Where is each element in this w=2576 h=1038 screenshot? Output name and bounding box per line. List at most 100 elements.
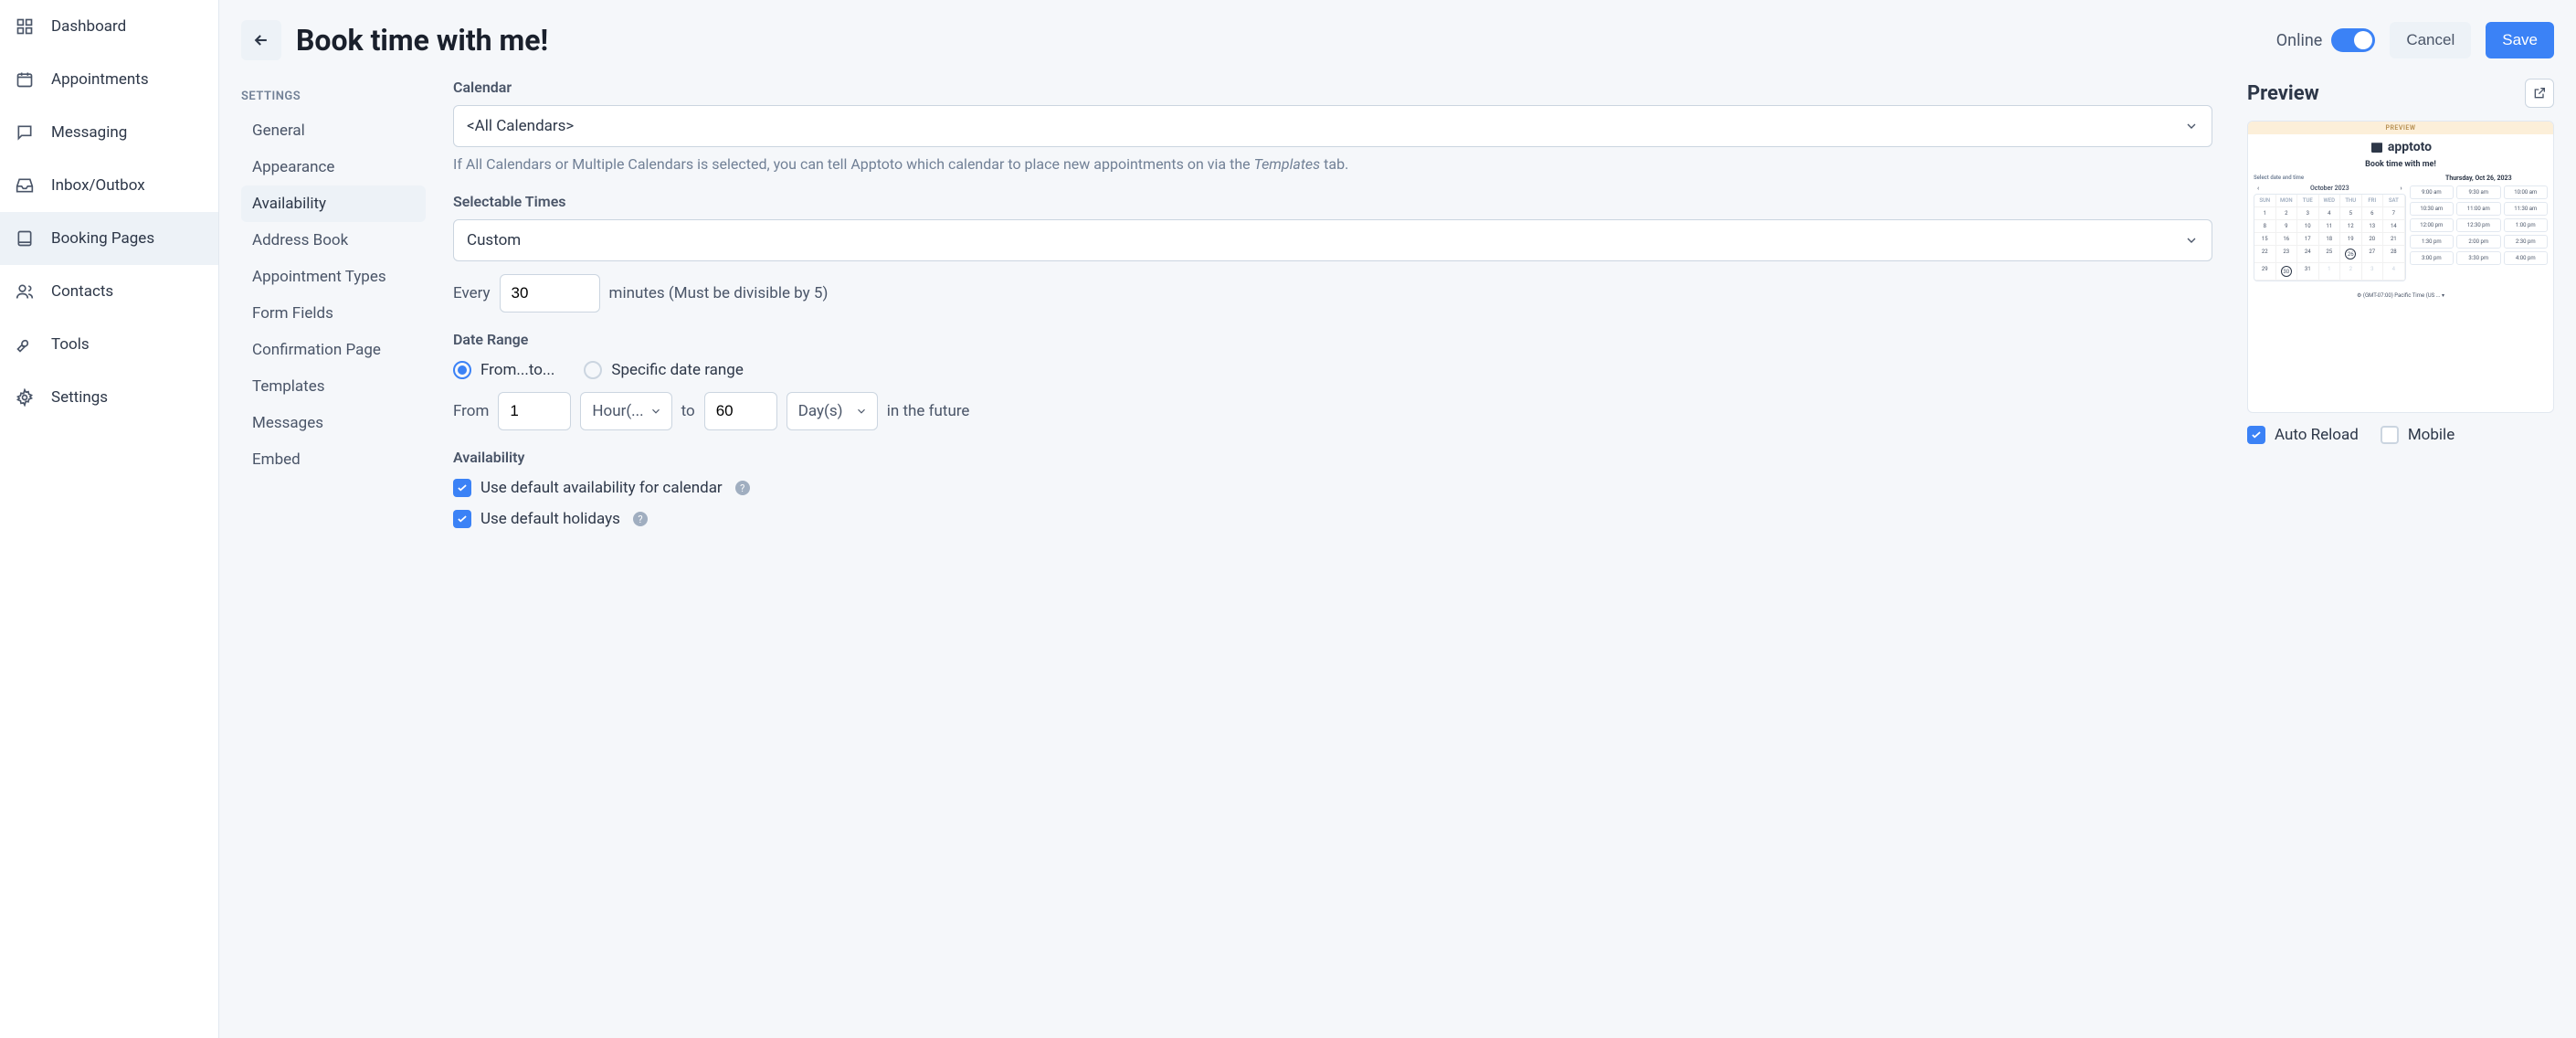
ptime-slot: 9:00 am	[2410, 185, 2454, 199]
preview-pane: Preview PREVIEW apptoto Book time wi	[2229, 75, 2576, 1038]
pcal-day: 1	[2319, 263, 2341, 281]
settings-item-messages[interactable]: Messages	[241, 405, 426, 441]
ptime-slot: 2:00 pm	[2456, 235, 2500, 249]
default-holidays-row[interactable]: Use default holidays ?	[453, 510, 2212, 528]
pcal-day: 19	[2340, 233, 2362, 246]
nav-contacts[interactable]: Contacts	[0, 265, 218, 318]
nav-settings[interactable]: Settings	[0, 371, 218, 424]
nav-label: Messaging	[51, 123, 127, 142]
preview-calendar: Select date and time ‹ October 2023 › SU…	[2254, 175, 2406, 281]
radio-fromto[interactable]: From...to...	[453, 361, 554, 379]
pcal-day: 2	[2276, 207, 2298, 220]
preview-title: Preview	[2247, 82, 2319, 105]
chevron-down-icon	[2184, 233, 2199, 248]
settings-subnav: SETTINGS General Appearance Availability…	[219, 75, 437, 1038]
pcal-day: 2	[2340, 263, 2362, 281]
pcal-day: 31	[2297, 263, 2319, 281]
settings-item-confirmation-page[interactable]: Confirmation Page	[241, 332, 426, 368]
nav-messaging[interactable]: Messaging	[0, 106, 218, 159]
ptime-slot: 12:00 pm	[2410, 218, 2454, 232]
preview-controls: Auto Reload Mobile	[2247, 426, 2554, 444]
preview-month: October 2023	[2310, 185, 2349, 192]
ptime-slot: 12:30 pm	[2456, 218, 2500, 232]
pcal-day: 4	[2383, 263, 2405, 281]
radio-icon	[584, 361, 602, 379]
chevron-down-icon	[855, 405, 868, 418]
help-icon[interactable]: ?	[735, 481, 750, 495]
nav-tools[interactable]: Tools	[0, 318, 218, 371]
pcal-day: 18	[2319, 233, 2341, 246]
preview-frame: PREVIEW apptoto Book time with me! Selec…	[2247, 121, 2554, 413]
pcal-day: 5	[2340, 207, 2362, 220]
auto-reload-checkbox[interactable]: Auto Reload	[2247, 426, 2359, 444]
chevron-right-icon: ›	[2400, 185, 2402, 192]
pcal-day: 29	[2254, 263, 2276, 281]
default-availability-row[interactable]: Use default availability for calendar ?	[453, 479, 2212, 497]
preview-timezone: ⚙ (GMT-07:00) Pacific Time (US ... ▾	[2248, 281, 2553, 299]
pcal-day: 16	[2276, 233, 2298, 246]
save-button[interactable]: Save	[2486, 22, 2554, 58]
help-icon[interactable]: ?	[633, 512, 648, 526]
settings-item-form-fields[interactable]: Form Fields	[241, 295, 426, 332]
mobile-label: Mobile	[2408, 426, 2455, 444]
radio-label: From...to...	[480, 361, 554, 379]
pcal-day: 10	[2297, 220, 2319, 233]
nav-label: Settings	[51, 388, 108, 407]
selectable-times-label: Selectable Times	[453, 193, 2212, 210]
preview-select-label: Select date and time	[2254, 175, 2406, 183]
nav-dashboard[interactable]: Dashboard	[0, 0, 218, 53]
inbox-icon	[15, 175, 35, 196]
ptime-slot: 10:30 am	[2410, 202, 2454, 216]
nav-label: Contacts	[51, 282, 113, 301]
nav-inbox-outbox[interactable]: Inbox/Outbox	[0, 159, 218, 212]
online-toggle[interactable]	[2331, 28, 2375, 52]
pcal-day: 11	[2319, 220, 2341, 233]
pcal-day: 24	[2297, 246, 2319, 263]
settings-item-general[interactable]: General	[241, 112, 426, 149]
popout-button[interactable]	[2525, 79, 2554, 108]
pcal-day: 9	[2276, 220, 2298, 233]
pcal-day: 4	[2319, 207, 2341, 220]
settings-item-embed[interactable]: Embed	[241, 441, 426, 478]
external-link-icon	[2532, 86, 2547, 101]
settings-item-address-book[interactable]: Address Book	[241, 222, 426, 259]
calendar-select[interactable]: <All Calendars>	[453, 105, 2212, 147]
pcal-day: 7	[2383, 207, 2405, 220]
cancel-button[interactable]: Cancel	[2390, 22, 2471, 58]
back-button[interactable]	[241, 20, 281, 60]
every-minutes-input[interactable]	[500, 274, 600, 312]
auto-reload-label: Auto Reload	[2275, 426, 2359, 444]
ptime-slot: 11:30 am	[2504, 202, 2548, 216]
to-unit-select[interactable]: Day(s)	[787, 392, 878, 430]
to-label: to	[681, 402, 695, 420]
pcal-weekday: MON	[2276, 195, 2298, 207]
settings-item-appearance[interactable]: Appearance	[241, 149, 426, 185]
to-unit-value: Day(s)	[798, 402, 843, 420]
settings-heading: SETTINGS	[241, 82, 426, 112]
from-value-input[interactable]	[498, 392, 571, 430]
mobile-checkbox[interactable]: Mobile	[2381, 426, 2455, 444]
nav-booking-pages[interactable]: Booking Pages	[0, 212, 218, 265]
chat-icon	[15, 122, 35, 143]
checkbox-icon	[2381, 426, 2399, 444]
pcal-day: 6	[2362, 207, 2384, 220]
settings-item-availability[interactable]: Availability	[241, 185, 426, 222]
settings-item-templates[interactable]: Templates	[241, 368, 426, 405]
to-value-input[interactable]	[704, 392, 777, 430]
ptime-slot: 3:30 pm	[2456, 251, 2500, 265]
every-post: minutes (Must be divisible by 5)	[609, 284, 829, 302]
chevron-left-icon: ‹	[2257, 185, 2259, 192]
selectable-times-select[interactable]: Custom	[453, 219, 2212, 261]
from-unit-select[interactable]: Hour(...	[580, 392, 671, 430]
nav-label: Inbox/Outbox	[51, 176, 145, 195]
preview-page-title: Book time with me!	[2248, 160, 2553, 175]
arrow-left-icon	[252, 31, 270, 49]
pcal-day: 14	[2383, 220, 2405, 233]
grid-icon	[15, 16, 35, 37]
radio-specific[interactable]: Specific date range	[584, 361, 743, 379]
settings-item-appointment-types[interactable]: Appointment Types	[241, 259, 426, 295]
nav-appointments[interactable]: Appointments	[0, 53, 218, 106]
gear-icon	[15, 387, 35, 408]
pcal-day: 26	[2340, 246, 2362, 263]
tablet-icon	[15, 228, 35, 249]
